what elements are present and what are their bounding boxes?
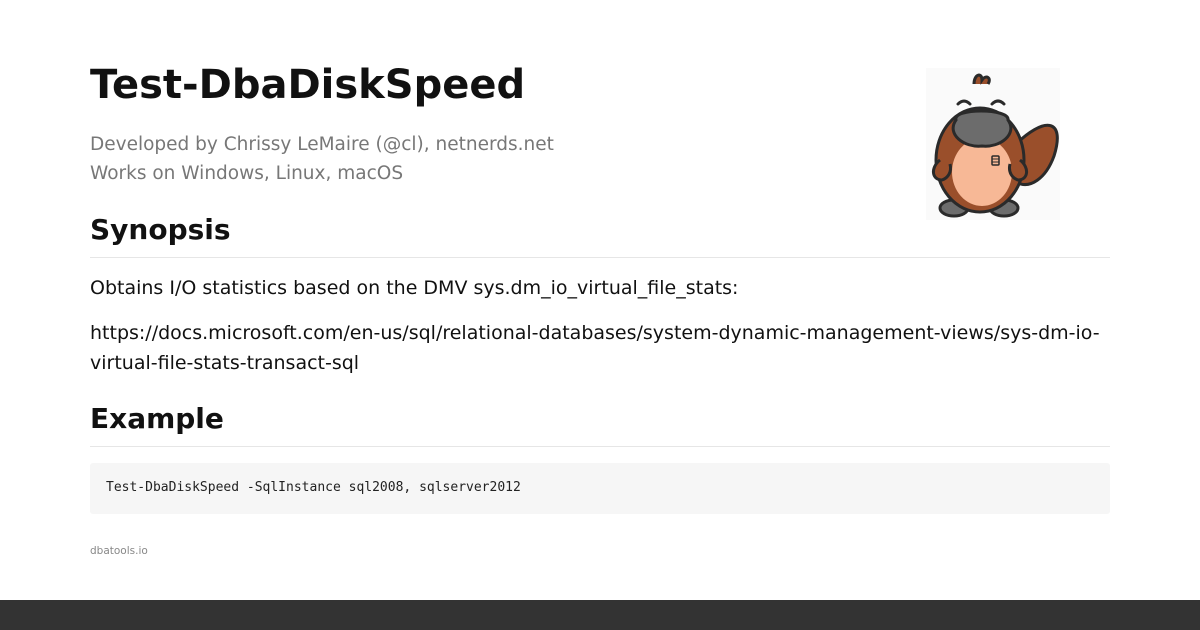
synopsis-divider	[90, 257, 1110, 258]
synopsis-url: https://docs.microsoft.com/en-us/sql/rel…	[90, 322, 1100, 374]
bottom-bar	[0, 600, 1200, 630]
example-divider	[90, 446, 1110, 447]
platform-support: Works on Windows, Linux, macOS	[90, 163, 404, 184]
example-code: Test-DbaDiskSpeed -SqlInstance sql2008, …	[106, 480, 521, 495]
example-heading: Example	[90, 402, 224, 435]
synopsis-text: Obtains I/O statistics based on the DMV …	[90, 277, 739, 299]
platypus-mascot-graphic	[932, 73, 1059, 218]
synopsis-heading: Synopsis	[90, 213, 231, 246]
example-code-block: Test-DbaDiskSpeed -SqlInstance sql2008, …	[90, 463, 1110, 514]
page-title: Test-DbaDiskSpeed	[90, 62, 526, 108]
site-footer-text: dbatools.io	[90, 545, 148, 557]
developer-credit: Developed by Chrissy LeMaire (@cl), netn…	[90, 134, 554, 155]
platypus-mascot-icon	[926, 68, 1060, 220]
